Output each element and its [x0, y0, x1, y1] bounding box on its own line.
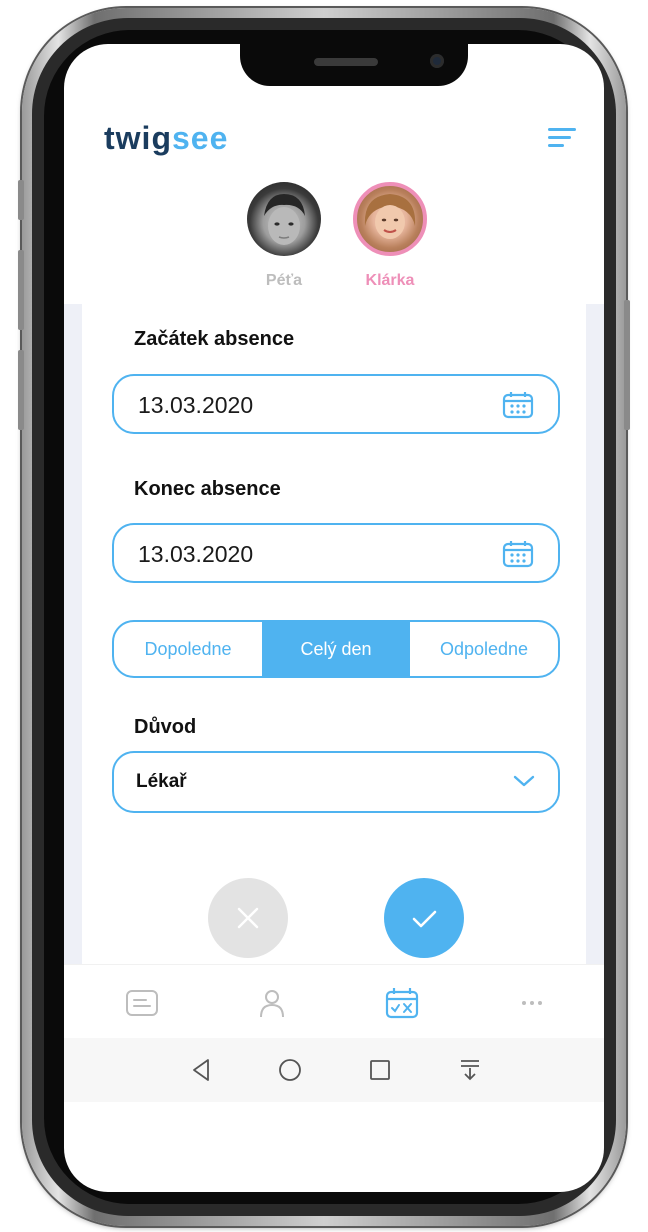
child-name: Péťa: [265, 272, 303, 289]
phone-side-button: [18, 350, 24, 430]
calendar-icon[interactable]: [502, 391, 534, 419]
cancel-button[interactable]: [208, 878, 288, 958]
menu-icon[interactable]: [548, 128, 576, 150]
reason-label: Důvod: [134, 716, 197, 738]
notifications-icon[interactable]: [456, 1056, 484, 1084]
segment-whole-day[interactable]: Celý den: [262, 622, 410, 676]
end-date-field[interactable]: 13.03.2020: [112, 523, 560, 583]
home-icon[interactable]: [276, 1056, 304, 1084]
app-logo: twigsee: [104, 118, 228, 158]
reason-value: Lékař: [136, 771, 187, 792]
segment-morning[interactable]: Dopoledne: [114, 622, 262, 676]
start-date-value: 13.03.2020: [138, 392, 254, 418]
back-icon[interactable]: [188, 1056, 216, 1084]
child-photo-icon: [264, 194, 305, 245]
child-tab-peta[interactable]: Péťa: [244, 182, 324, 290]
segment-afternoon[interactable]: Odpoledne: [410, 622, 558, 676]
start-date-label: Začátek absence: [134, 328, 295, 350]
chevron-down-icon: [513, 775, 535, 787]
day-part-selector: Dopoledne Celý den Odpoledne: [112, 620, 560, 678]
phone-side-button: [18, 250, 24, 330]
confirm-button[interactable]: [384, 878, 464, 958]
logo-text-twig: twig: [104, 120, 172, 156]
system-navigation-bar: [64, 1038, 604, 1102]
phone-side-button: [18, 180, 24, 220]
end-date-label: Konec absence: [134, 478, 281, 500]
check-icon: [412, 910, 437, 928]
bottom-navigation: [64, 964, 604, 1039]
calendar-icon[interactable]: [502, 540, 534, 568]
close-icon: [237, 907, 259, 929]
speaker: [314, 58, 378, 66]
more-icon[interactable]: [514, 987, 550, 1019]
absence-calendar-icon[interactable]: [384, 987, 420, 1019]
phone-screen: twigsee Péťa Klárka Začátek absence 13.0…: [64, 44, 604, 1192]
start-date-field[interactable]: 13.03.2020: [112, 374, 560, 434]
messages-icon[interactable]: [124, 987, 160, 1019]
child-name: Klárka: [365, 272, 415, 289]
recents-icon[interactable]: [366, 1056, 394, 1084]
avatar: [247, 182, 321, 256]
front-camera: [430, 54, 444, 68]
profile-icon[interactable]: [254, 987, 290, 1019]
child-tab-klarka[interactable]: Klárka: [350, 182, 430, 290]
logo-text-see: see: [171, 120, 229, 156]
notch: [240, 44, 468, 86]
reason-select[interactable]: Lékař: [112, 751, 560, 813]
avatar: [353, 182, 427, 256]
phone-side-button: [624, 300, 630, 430]
child-photo-icon: [364, 194, 416, 239]
end-date-value: 13.03.2020: [138, 541, 254, 567]
